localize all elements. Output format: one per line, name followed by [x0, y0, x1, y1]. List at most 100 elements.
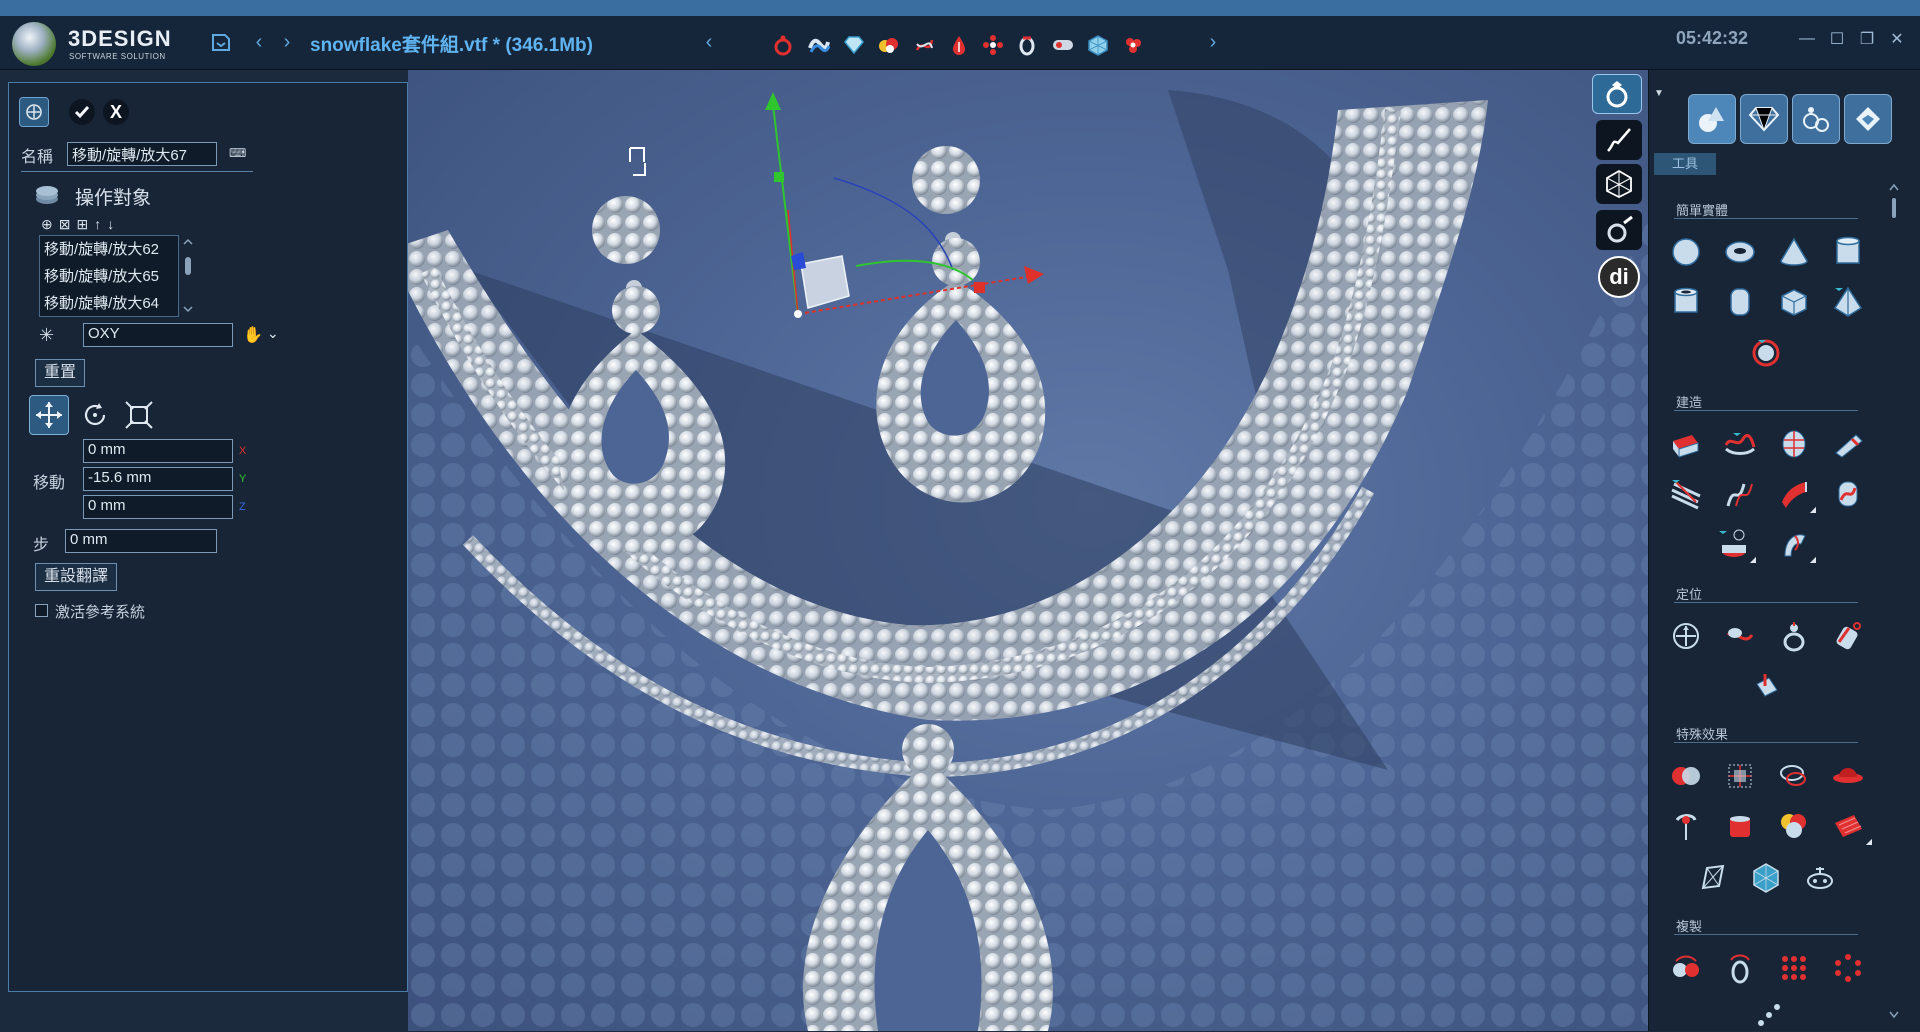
hand-pick-icon[interactable]: ✋ — [243, 325, 263, 345]
minimize-icon[interactable]: — — [1796, 28, 1818, 50]
thicken-icon[interactable] — [1722, 808, 1758, 844]
reset-translation-button[interactable]: 重設翻譯 — [35, 563, 118, 591]
expand-down-icon[interactable]: ⌄ — [267, 325, 279, 342]
boolean-icon[interactable] — [1668, 758, 1704, 794]
sweep-icon[interactable] — [1830, 426, 1866, 462]
copy-mirror-icon[interactable] — [1668, 950, 1704, 986]
align-curve-icon[interactable] — [1722, 618, 1758, 654]
ring-mode-icon[interactable] — [1592, 74, 1642, 114]
tab-tools[interactable]: 工具 — [1654, 153, 1716, 175]
move-mode-icon[interactable] — [29, 395, 69, 435]
move-z-field[interactable]: 0 mm — [83, 495, 233, 519]
move-x-field[interactable]: 0 mm — [83, 439, 233, 463]
sketch-mode-icon[interactable] — [1596, 120, 1642, 160]
move-up-icon[interactable]: ↑ — [94, 216, 101, 232]
scale-mode-icon[interactable] — [121, 397, 157, 433]
forward-arrow-icon[interactable]: › — [274, 28, 300, 56]
object-list[interactable]: 移動/旋轉/放大62 移動/旋轉/放大65 移動/旋轉/放大64 — [39, 235, 179, 317]
rail-icon[interactable] — [1668, 476, 1704, 512]
3d-viewport[interactable] — [408, 70, 1648, 1031]
torus-icon[interactable] — [1722, 234, 1758, 270]
ring-side-icon[interactable] — [1014, 32, 1040, 58]
capsule-icon[interactable] — [1722, 284, 1758, 320]
move-y-field[interactable]: -15.6 mm — [83, 467, 233, 491]
move-down-icon[interactable]: ↓ — [107, 216, 114, 232]
primitives-tab-icon[interactable] — [1688, 94, 1736, 144]
diamond-icon[interactable] — [841, 32, 867, 58]
render-tab-icon[interactable] — [1844, 94, 1892, 144]
settings-tab-icon[interactable] — [1792, 94, 1840, 144]
drop-icon[interactable] — [946, 32, 972, 58]
gems-tab-icon[interactable] — [1740, 94, 1788, 144]
mesh-mode-icon[interactable] — [1596, 164, 1642, 204]
cluster-icon[interactable] — [1120, 32, 1146, 58]
ring-primitive-icon[interactable] — [1748, 334, 1784, 370]
reset-button[interactable]: 重置 — [35, 359, 86, 387]
cancel-icon[interactable]: X — [103, 99, 129, 125]
add-item-icon[interactable]: ⊕ — [41, 216, 53, 232]
list-item[interactable]: 移動/旋轉/放大62 — [40, 236, 178, 263]
activate-ref-checkbox[interactable] — [35, 604, 48, 617]
place-on-surface-icon[interactable] — [1776, 618, 1812, 654]
copy-along-curve-icon[interactable] — [1752, 996, 1788, 1032]
wrap-icon[interactable] — [1830, 476, 1866, 512]
quickbar-left-arrow-icon[interactable]: ‹ — [696, 28, 722, 56]
engrave-icon[interactable] — [1802, 860, 1838, 896]
plane-field[interactable]: OXY — [83, 323, 233, 347]
select-item-icon[interactable]: ⊞ — [76, 216, 88, 232]
list-scrollbar[interactable] — [181, 235, 195, 317]
extrude-icon[interactable] — [1668, 426, 1704, 462]
dome-icon[interactable] — [1830, 758, 1866, 794]
transform-tool-icon[interactable] — [19, 97, 49, 127]
copy-rotate-icon[interactable] — [1722, 950, 1758, 986]
restore-icon[interactable]: ❐ — [1856, 28, 1878, 50]
list-item[interactable]: 移動/旋轉/放大65 — [40, 263, 178, 290]
quickbar-right-arrow-icon[interactable]: › — [1200, 28, 1226, 56]
flower-dots-icon[interactable] — [980, 32, 1006, 58]
confirm-icon[interactable] — [69, 99, 95, 125]
panel-menu-arrow-icon[interactable]: ▼ — [1654, 88, 1664, 99]
pyramid-icon[interactable] — [1830, 284, 1866, 320]
sphere-icon[interactable] — [1668, 234, 1704, 270]
close-window-icon[interactable]: ✕ — [1886, 28, 1908, 50]
remove-item-icon[interactable]: ⊠ — [59, 216, 71, 232]
revolve-icon[interactable] — [1722, 426, 1758, 462]
color-dots-icon[interactable] — [876, 32, 902, 58]
snap-icon[interactable] — [1830, 618, 1866, 654]
ring-red-icon[interactable] — [770, 32, 796, 58]
tube-icon[interactable] — [1668, 284, 1704, 320]
facet-icon[interactable] — [1694, 860, 1730, 896]
tools-scrollbar[interactable] — [1888, 182, 1900, 1022]
copy-grid-icon[interactable] — [1776, 950, 1812, 986]
cone-icon[interactable] — [1776, 234, 1812, 270]
cube-icon[interactable] — [1085, 32, 1111, 58]
morph-icon[interactable] — [1776, 758, 1812, 794]
pill-icon[interactable] — [1050, 32, 1076, 58]
loft-icon[interactable] — [1776, 426, 1812, 462]
name-field[interactable]: 移動/旋轉/放大67 — [67, 142, 217, 166]
drop-on-icon[interactable] — [1748, 668, 1784, 704]
surface-icon[interactable]: ◢ — [1776, 476, 1816, 514]
texture-icon[interactable]: ◢ — [1830, 808, 1872, 846]
save-icon[interactable] — [208, 28, 234, 56]
keyboard-icon[interactable]: ⌨ — [229, 146, 246, 160]
twist-icon[interactable] — [911, 32, 937, 58]
render-mode-icon[interactable] — [1596, 210, 1642, 250]
wave-blue-icon[interactable] — [806, 32, 832, 58]
maximize-icon[interactable]: ☐ — [1826, 28, 1848, 50]
color-blend-icon[interactable] — [1776, 808, 1812, 844]
copy-circular-icon[interactable] — [1830, 950, 1866, 986]
shank-icon[interactable]: ◢ — [1776, 526, 1816, 564]
deform-grid-icon[interactable] — [1722, 758, 1758, 794]
di-mode-icon[interactable]: di — [1598, 256, 1640, 298]
gem-mesh-icon[interactable] — [1748, 860, 1784, 896]
rotate-mode-icon[interactable] — [77, 397, 113, 433]
back-arrow-icon[interactable]: ‹ — [246, 28, 272, 56]
list-item[interactable]: 移動/旋轉/放大64 — [40, 290, 178, 317]
pin-icon[interactable] — [1668, 808, 1704, 844]
step-field[interactable]: 0 mm — [65, 529, 217, 553]
move-rotate-icon[interactable] — [1668, 618, 1704, 654]
cylinder-icon[interactable] — [1830, 234, 1866, 270]
curve-pair-icon[interactable] — [1722, 476, 1758, 512]
box-icon[interactable] — [1776, 284, 1812, 320]
